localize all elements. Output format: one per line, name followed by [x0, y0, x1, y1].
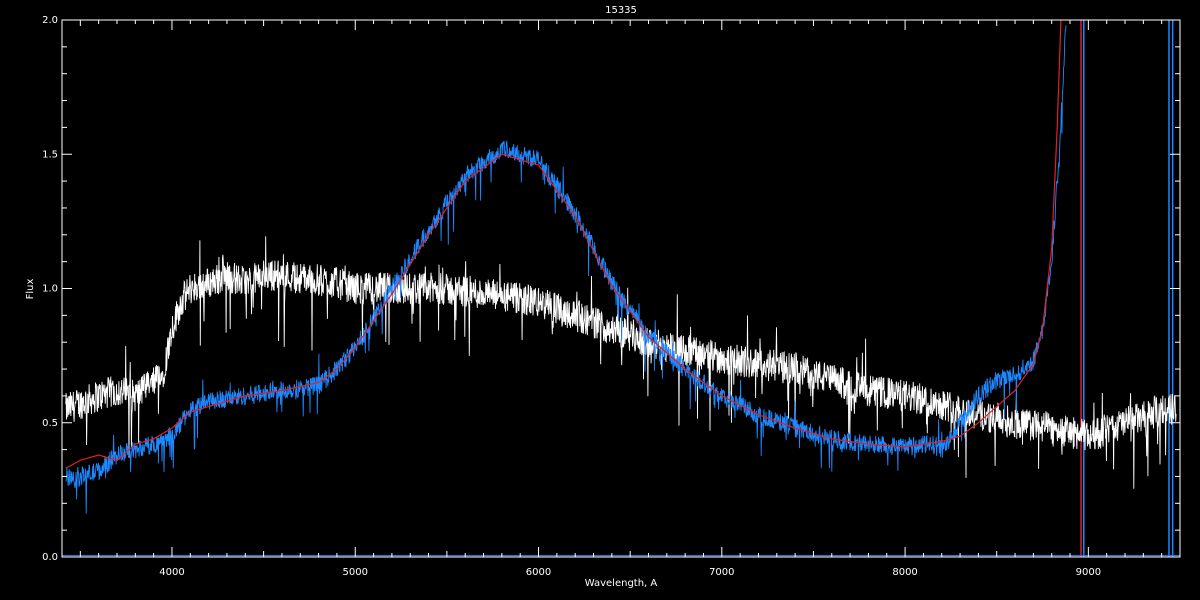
x-tick-label-3: 7000 [709, 567, 734, 578]
y-tick-label-2: 1.0 [42, 284, 58, 295]
x-tick-label-4: 8000 [892, 567, 917, 578]
x-tick-label-1: 5000 [343, 567, 368, 578]
y-axis-label: Flux [25, 279, 36, 300]
y-tick-label-1: 0.5 [42, 418, 58, 429]
y-tick-label-4: 2.0 [42, 15, 58, 26]
y-tick-label-3: 1.5 [42, 149, 58, 160]
chart-title: 15335 [605, 5, 637, 16]
x-axis-label: Wavelength, A [585, 578, 658, 589]
spectrum-chart: 4000 5000 6000 7000 8000 90000.00.51.01.52.0 … [0, 0, 1200, 600]
y-tick-label-0: 0.0 [42, 552, 58, 563]
x-tick-label-0: 4000 [159, 567, 184, 578]
x-tick-label-5: 9000 [1076, 567, 1101, 578]
x-tick-label-2: 6000 [526, 567, 551, 578]
